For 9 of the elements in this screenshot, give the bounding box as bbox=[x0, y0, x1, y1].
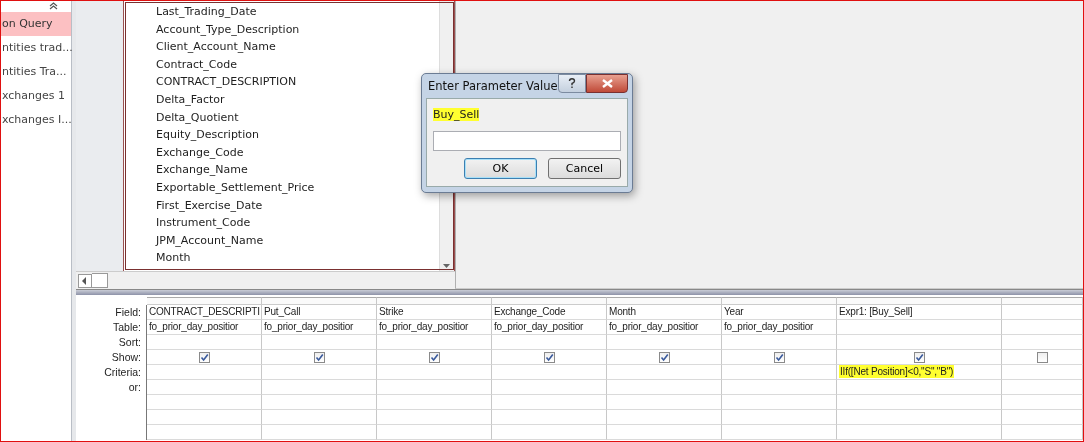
row-label: Show: bbox=[76, 350, 147, 365]
row-label: Table: bbox=[76, 320, 147, 335]
prompt-label: Buy_Sell bbox=[433, 107, 480, 121]
row-label: Criteria: bbox=[76, 365, 147, 380]
dialog-title: Enter Parameter Value bbox=[428, 79, 558, 93]
highlighted-text: IIf([Net Position]<0,"S","B") bbox=[839, 365, 955, 378]
row-label: Sort: bbox=[76, 335, 147, 350]
row-label: Field: bbox=[76, 305, 147, 320]
row-label: or: bbox=[76, 380, 147, 395]
